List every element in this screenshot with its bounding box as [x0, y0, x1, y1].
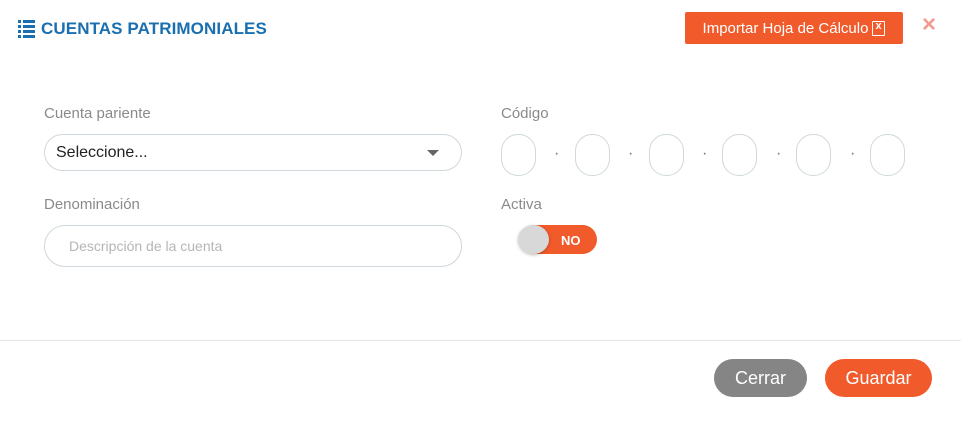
code-segment-6[interactable] [870, 134, 905, 176]
import-spreadsheet-button[interactable]: Importar Hoja de Cálculo [685, 12, 903, 44]
save-button[interactable]: Guardar [825, 359, 932, 397]
code-segment-3[interactable] [649, 134, 684, 176]
denomination-label: Denominación [44, 196, 140, 213]
code-separator: · [554, 145, 560, 162]
code-separator: · [628, 145, 634, 162]
chevron-down-icon [427, 150, 439, 156]
modal-title-text: CUENTAS PATRIMONIALES [41, 19, 267, 38]
code-segment-2[interactable] [575, 134, 610, 176]
code-separator: · [702, 145, 708, 162]
modal-title: CUENTAS PATRIMONIALES [18, 19, 267, 39]
toggle-knob [518, 225, 549, 254]
code-label: Código [501, 105, 549, 122]
denomination-input[interactable] [44, 225, 462, 267]
active-toggle-state: NO [561, 233, 581, 248]
account-modal: CUENTAS PATRIMONIALES Importar Hoja de C… [0, 0, 961, 430]
parent-account-label: Cuenta pariente [44, 105, 151, 122]
list-icon [18, 20, 35, 38]
code-separator: · [776, 145, 782, 162]
active-toggle[interactable]: NO [518, 225, 597, 254]
code-separator: · [850, 145, 856, 162]
excel-file-icon [872, 20, 886, 36]
import-spreadsheet-label: Importar Hoja de Cálculo [702, 19, 869, 37]
code-segment-4[interactable] [722, 134, 757, 176]
footer-divider [0, 340, 961, 341]
close-button[interactable]: Cerrar [714, 359, 807, 397]
active-label: Activa [501, 196, 542, 213]
parent-account-select[interactable]: Seleccione... [44, 134, 462, 171]
close-icon[interactable]: × [922, 13, 936, 37]
code-segment-5[interactable] [796, 134, 831, 176]
parent-account-value: Seleccione... [56, 143, 148, 161]
code-segment-1[interactable] [501, 134, 536, 176]
